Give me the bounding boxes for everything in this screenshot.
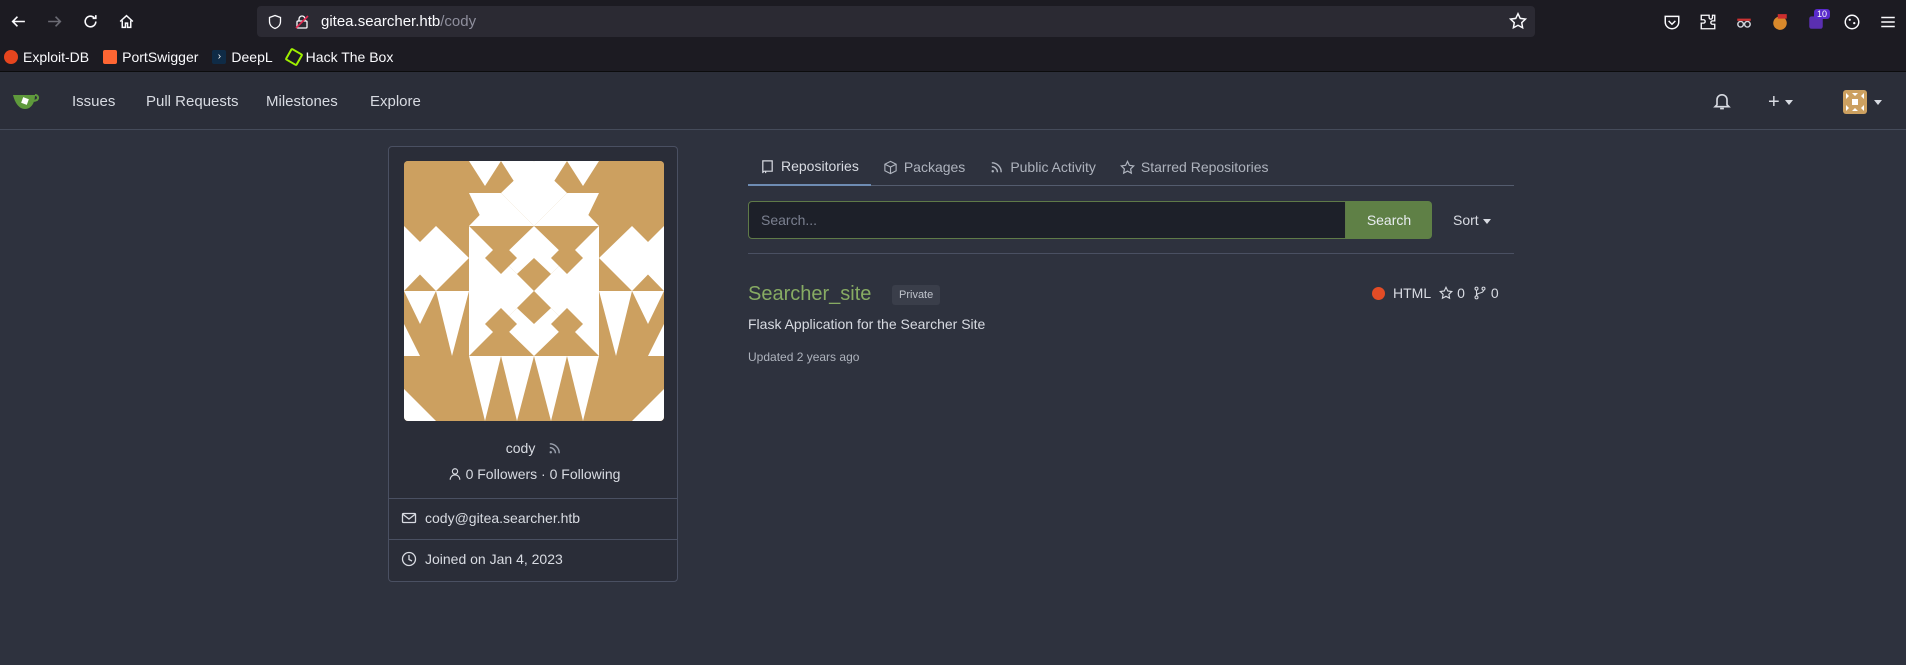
tab-repositories[interactable]: Repositories <box>748 148 871 186</box>
user-avatar-menu[interactable] <box>1843 90 1867 114</box>
bookmark-portswigger[interactable]: PortSwigger <box>103 49 198 65</box>
repo-meta: HTML 0 0 <box>1372 285 1499 301</box>
username-text: cody <box>505 440 536 456</box>
divider <box>748 253 1514 254</box>
repo-forks-count[interactable]: 0 <box>1491 285 1499 301</box>
lock-insecure-icon[interactable] <box>293 13 311 31</box>
rss-icon <box>991 161 1003 172</box>
star-icon[interactable] <box>1439 286 1454 300</box>
followers-text: 0 Followers · 0 Following <box>465 466 621 482</box>
extensions-icon[interactable] <box>1690 7 1726 37</box>
chevron-down-icon[interactable] <box>1874 100 1882 105</box>
cookie-editor-icon[interactable] <box>1762 7 1798 37</box>
arrow-left-icon <box>11 16 25 27</box>
joined-text: Joined on Jan 4, 2023 <box>425 551 563 567</box>
bookmark-label: Hack The Box <box>305 49 394 65</box>
foxyproxy-icon[interactable]: 10 <box>1798 7 1834 37</box>
language-color-dot <box>1372 286 1385 300</box>
chevron-down-icon <box>1482 218 1491 224</box>
url-path: /cody <box>440 13 477 30</box>
identicon-avatar <box>404 161 664 421</box>
forward-button[interactable] <box>36 7 72 37</box>
tab-label: Repositories <box>781 158 859 174</box>
bookmark-label: PortSwigger <box>122 49 199 65</box>
repo-updated: Updated 2 years ago <box>748 350 860 364</box>
package-icon <box>884 160 897 174</box>
nav-milestones[interactable]: Milestones <box>266 93 338 110</box>
tab-label: Packages <box>903 159 966 175</box>
exploit-db-icon <box>4 50 18 64</box>
home-icon <box>119 14 133 29</box>
extension-badge: 10 <box>1813 8 1830 19</box>
portswigger-icon <box>103 50 118 64</box>
repo-description: Flask Application for the Searcher Site <box>748 316 986 332</box>
tab-label: Public Activity <box>1010 159 1096 175</box>
profile-email[interactable]: cody@gitea.searcher.htb <box>401 510 580 526</box>
card-divider <box>389 498 677 499</box>
arrow-right-icon <box>47 16 61 27</box>
home-button[interactable] <box>108 7 144 37</box>
reload-icon <box>83 15 97 28</box>
gitea-navbar: Issues Pull Requests Milestones Explore … <box>0 72 1906 130</box>
tab-public-activity[interactable]: Public Activity <box>977 148 1108 186</box>
wappalyzer-icon[interactable] <box>1834 7 1870 37</box>
notification-bell-icon[interactable] <box>1712 91 1732 111</box>
sort-label: Sort <box>1453 212 1479 228</box>
profile-card: cody 0 Followers · 0 Following cody@gite… <box>388 146 678 582</box>
create-menu[interactable]: + <box>1768 91 1794 114</box>
nav-explore[interactable]: Explore <box>370 93 421 110</box>
followers-link[interactable]: 0 Followers · 0 Following <box>389 466 679 482</box>
bookmark-deepl[interactable]: › DeepL <box>212 49 273 65</box>
tab-packages[interactable]: Packages <box>871 148 977 186</box>
clock-icon <box>401 551 417 567</box>
bookmark-exploit-db[interactable]: Exploit-DB <box>4 49 89 65</box>
chevron-down-icon <box>1785 100 1794 106</box>
tab-label: Starred Repositories <box>1140 159 1269 175</box>
shield-icon[interactable] <box>266 13 284 31</box>
card-divider <box>389 539 677 540</box>
browser-toolbar: gitea.searcher.htb/cody 10 <box>0 0 1906 43</box>
person-icon <box>449 468 460 480</box>
sort-dropdown[interactable]: Sort <box>1453 212 1491 228</box>
back-button[interactable] <box>0 7 36 37</box>
profile-avatar <box>404 161 664 421</box>
bookmark-star-icon[interactable] <box>1509 12 1527 30</box>
repo-link[interactable]: Searcher_site <box>748 283 871 306</box>
url-host: gitea.searcher.htb <box>321 13 441 30</box>
repo-language: HTML <box>1393 285 1432 301</box>
menu-icon[interactable] <box>1870 7 1906 37</box>
star-icon <box>1119 159 1135 174</box>
bookmark-hack-the-box[interactable]: Hack The Box <box>284 47 394 67</box>
profile-username: cody <box>389 440 679 456</box>
url-text[interactable]: gitea.searcher.htb/cody <box>321 13 476 30</box>
bookmark-label: DeepL <box>231 49 273 65</box>
repo-search-row: Search Sort <box>748 201 1514 241</box>
fork-icon[interactable] <box>1473 286 1487 300</box>
search-button[interactable]: Search <box>1346 201 1432 239</box>
nav-pull-requests[interactable]: Pull Requests <box>146 93 239 110</box>
repo-stars-count[interactable]: 0 <box>1457 285 1465 301</box>
repo-search-input[interactable] <box>748 201 1346 239</box>
profile-tabs: Repositories Packages Public Activity St… <box>748 148 1514 186</box>
toolbar-right: 10 <box>1654 0 1906 43</box>
gitea-logo-icon[interactable] <box>11 89 41 113</box>
profile-joined: Joined on Jan 4, 2023 <box>401 551 563 567</box>
nav-issues[interactable]: Issues <box>72 93 115 110</box>
reload-button[interactable] <box>72 7 108 37</box>
rss-icon[interactable] <box>547 441 562 456</box>
url-bar[interactable]: gitea.searcher.htb/cody <box>257 6 1535 37</box>
tab-starred-repositories[interactable]: Starred Repositories <box>1108 148 1281 186</box>
repo-icon <box>762 159 773 173</box>
mail-icon <box>401 512 417 524</box>
avatar-icon <box>1843 90 1867 114</box>
bookmarks-bar: Exploit-DB PortSwigger › DeepL Hack The B… <box>0 43 1906 72</box>
private-badge: Private <box>892 285 941 305</box>
incognito-extension-icon[interactable] <box>1726 7 1762 37</box>
plus-icon: + <box>1768 91 1780 113</box>
hack-the-box-icon <box>284 47 304 67</box>
pocket-icon[interactable] <box>1654 7 1690 37</box>
deepl-icon: › <box>212 50 227 64</box>
email-text: cody@gitea.searcher.htb <box>425 510 581 526</box>
bookmark-label: Exploit-DB <box>23 49 90 65</box>
